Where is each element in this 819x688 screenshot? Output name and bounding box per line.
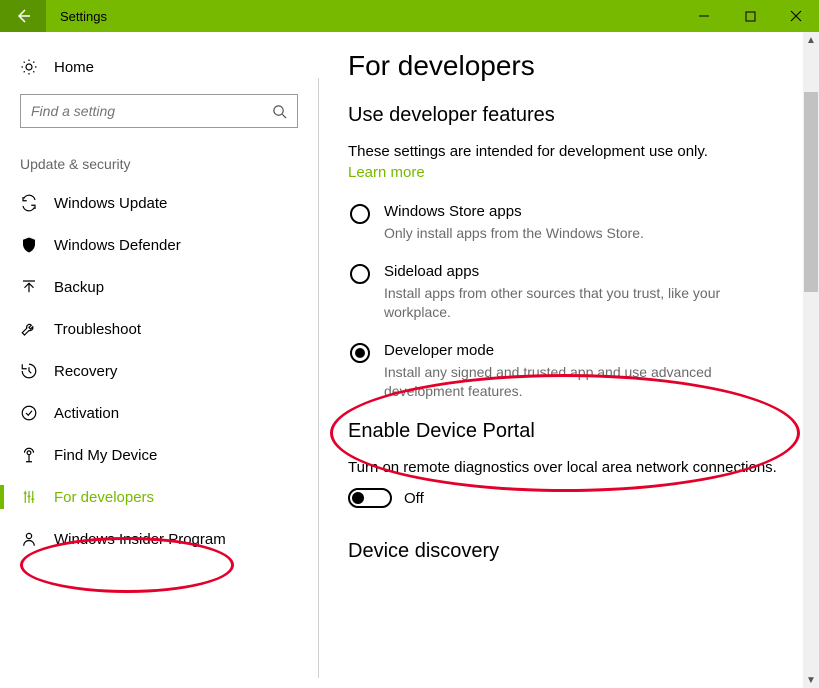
search-box[interactable] bbox=[20, 94, 298, 128]
sidebar-item-activation[interactable]: Activation bbox=[0, 392, 318, 434]
sidebar: Home Update & security Windows Update Wi… bbox=[0, 32, 318, 688]
category-header: Update & security bbox=[0, 148, 318, 182]
window-controls bbox=[681, 0, 819, 32]
section-desc: These settings are intended for developm… bbox=[348, 143, 795, 160]
portal-desc: Turn on remote diagnostics over local ar… bbox=[348, 459, 795, 476]
search-icon bbox=[272, 104, 287, 119]
close-button[interactable] bbox=[773, 0, 819, 32]
maximize-icon bbox=[745, 11, 756, 22]
developer-icon bbox=[20, 488, 42, 506]
sidebar-item-label: Find My Device bbox=[54, 447, 157, 464]
sync-icon bbox=[20, 194, 42, 212]
scroll-down-icon[interactable]: ▼ bbox=[803, 672, 819, 688]
radio-icon bbox=[350, 264, 370, 284]
section-title-developer-features: Use developer features bbox=[348, 104, 795, 127]
backup-icon bbox=[20, 278, 42, 296]
radio-desc: Only install apps from the Windows Store… bbox=[384, 224, 644, 243]
home-row[interactable]: Home bbox=[0, 52, 318, 94]
learn-more-link[interactable]: Learn more bbox=[348, 164, 425, 181]
minimize-button[interactable] bbox=[681, 0, 727, 32]
scroll-up-icon[interactable]: ▲ bbox=[803, 32, 819, 48]
device-portal-toggle[interactable] bbox=[348, 488, 392, 508]
sidebar-item-label: Backup bbox=[54, 279, 104, 296]
location-icon bbox=[20, 446, 42, 464]
content-area: Home Update & security Windows Update Wi… bbox=[0, 32, 819, 688]
toggle-state-label: Off bbox=[404, 490, 424, 507]
sidebar-item-windows-update[interactable]: Windows Update bbox=[0, 182, 318, 224]
sidebar-item-label: Activation bbox=[54, 405, 119, 422]
arrow-left-icon bbox=[15, 8, 31, 24]
scrollbar[interactable]: ▲ ▼ bbox=[803, 32, 819, 688]
radio-label: Sideload apps bbox=[384, 263, 764, 280]
radio-icon bbox=[350, 204, 370, 224]
radio-icon-selected bbox=[350, 343, 370, 363]
device-portal-toggle-row: Off bbox=[348, 488, 795, 508]
titlebar: Settings bbox=[0, 0, 819, 32]
radio-desc: Install any signed and trusted app and u… bbox=[384, 363, 764, 401]
toggle-knob bbox=[352, 492, 364, 504]
section-title-device-discovery: Device discovery bbox=[348, 540, 795, 563]
insider-icon bbox=[20, 530, 42, 548]
sidebar-item-for-developers[interactable]: For developers bbox=[0, 476, 318, 518]
search-input[interactable] bbox=[31, 103, 261, 119]
radio-label: Developer mode bbox=[384, 342, 764, 359]
activation-icon bbox=[20, 404, 42, 422]
page-title: For developers bbox=[348, 50, 795, 82]
radio-desc: Install apps from other sources that you… bbox=[384, 284, 764, 322]
sidebar-item-recovery[interactable]: Recovery bbox=[0, 350, 318, 392]
maximize-button[interactable] bbox=[727, 0, 773, 32]
sidebar-item-troubleshoot[interactable]: Troubleshoot bbox=[0, 308, 318, 350]
main-panel: For developers Use developer features Th… bbox=[318, 32, 819, 688]
section-title-device-portal: Enable Device Portal bbox=[348, 420, 795, 443]
radio-option-developer-mode[interactable]: Developer mode Install any signed and tr… bbox=[348, 342, 795, 401]
sidebar-item-label: For developers bbox=[54, 489, 154, 506]
sidebar-item-label: Recovery bbox=[54, 363, 117, 380]
sidebar-item-label: Windows Defender bbox=[54, 237, 181, 254]
radio-option-sideload[interactable]: Sideload apps Install apps from other so… bbox=[348, 263, 795, 322]
back-button[interactable] bbox=[0, 0, 46, 32]
sidebar-item-label: Windows Update bbox=[54, 195, 167, 212]
sidebar-item-label: Troubleshoot bbox=[54, 321, 141, 338]
sidebar-item-backup[interactable]: Backup bbox=[0, 266, 318, 308]
home-label: Home bbox=[54, 59, 94, 76]
radio-label: Windows Store apps bbox=[384, 203, 644, 220]
window-title: Settings bbox=[60, 9, 681, 24]
sidebar-item-windows-insider[interactable]: Windows Insider Program bbox=[0, 518, 318, 560]
sidebar-item-find-my-device[interactable]: Find My Device bbox=[0, 434, 318, 476]
recovery-icon bbox=[20, 362, 42, 380]
radio-option-windows-store[interactable]: Windows Store apps Only install apps fro… bbox=[348, 203, 795, 243]
wrench-icon bbox=[20, 320, 42, 338]
sidebar-item-label: Windows Insider Program bbox=[54, 531, 226, 548]
scroll-thumb[interactable] bbox=[804, 92, 818, 292]
sidebar-item-windows-defender[interactable]: Windows Defender bbox=[0, 224, 318, 266]
gear-icon bbox=[20, 58, 42, 76]
minimize-icon bbox=[698, 10, 710, 22]
close-icon bbox=[790, 10, 802, 22]
shield-icon bbox=[20, 236, 42, 254]
